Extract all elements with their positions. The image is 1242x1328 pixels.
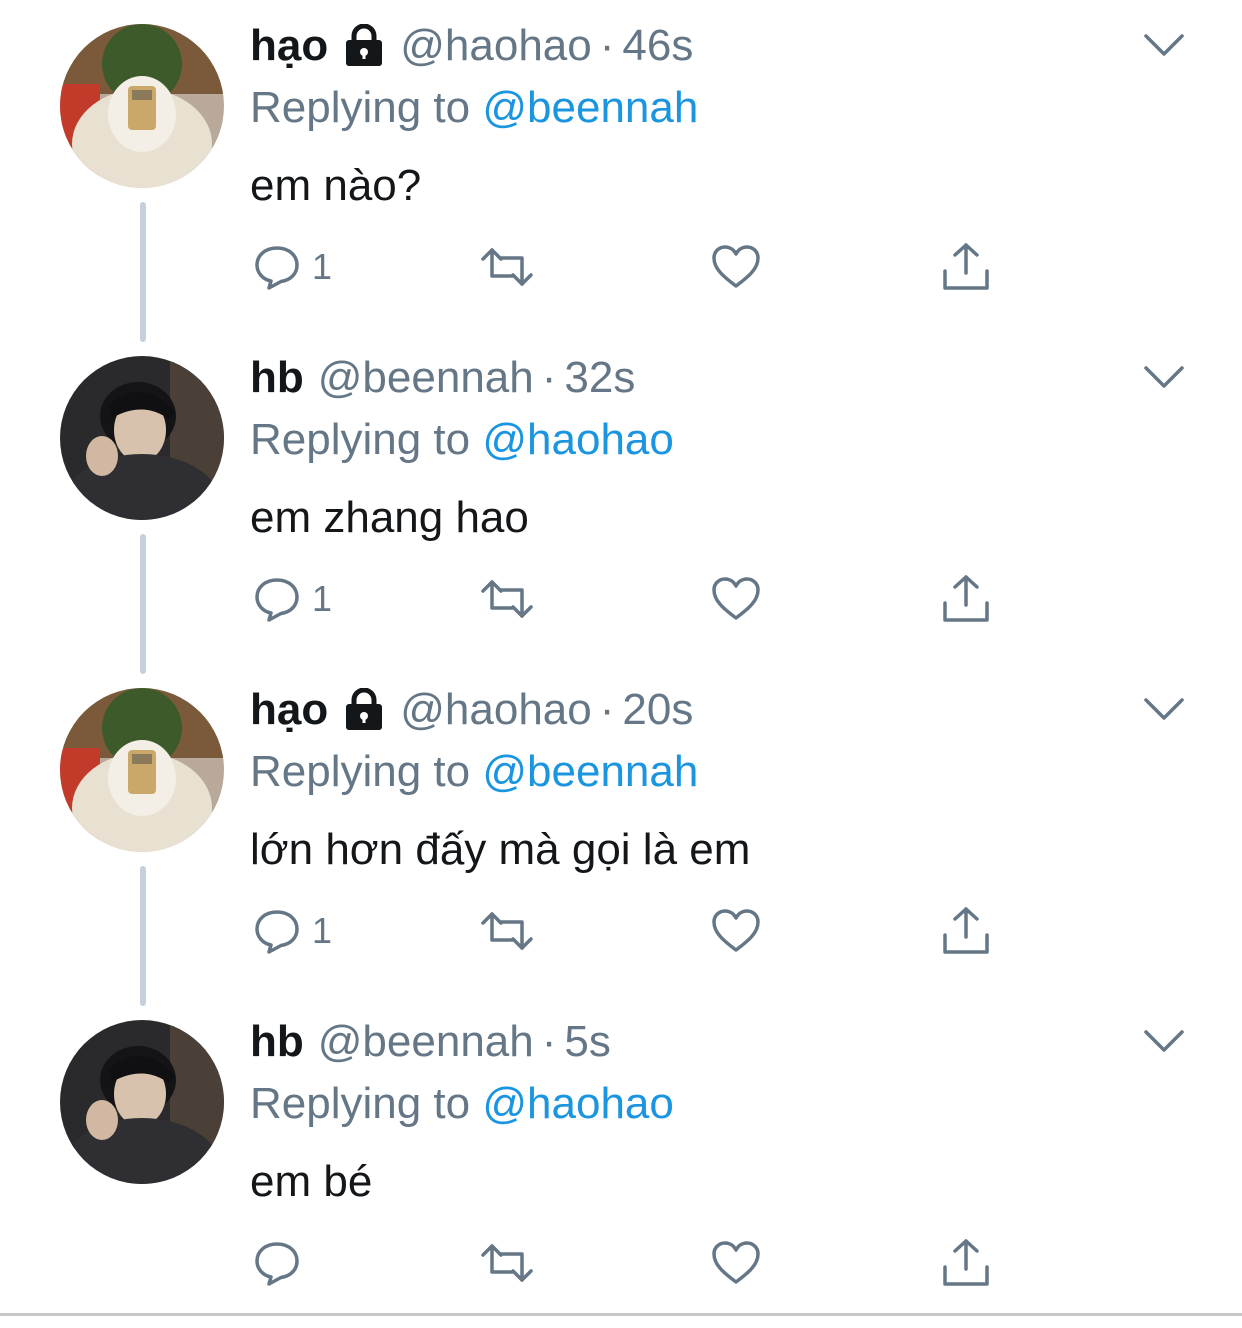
- reply-count: 1: [312, 578, 333, 619]
- separator: ·: [599, 21, 615, 70]
- retweet-button[interactable]: [478, 554, 536, 644]
- tweet-header: hạo @haohao · 46s: [250, 18, 693, 74]
- user-handle[interactable]: @beennah: [318, 1014, 534, 1070]
- retweet-button[interactable]: [478, 886, 536, 976]
- retweet-icon: [481, 248, 533, 286]
- mention-link[interactable]: @beennah: [482, 747, 698, 796]
- chevron-down-icon[interactable]: [1142, 30, 1186, 60]
- share-icon: [943, 575, 989, 622]
- reply-button[interactable]: 1: [252, 222, 332, 312]
- replying-to: Replying to @beennah: [250, 80, 698, 136]
- separator: ·: [541, 353, 557, 402]
- thread-connector: [140, 202, 146, 342]
- retweet-button[interactable]: [478, 1218, 536, 1308]
- retweet-button[interactable]: [478, 222, 536, 312]
- heart-icon: [712, 245, 760, 288]
- tweet-text: em zhang hao: [250, 493, 529, 542]
- reply-icon: [255, 910, 299, 954]
- replying-label: Replying to: [250, 415, 471, 464]
- share-icon: [943, 1239, 989, 1286]
- reply-button[interactable]: 1: [252, 554, 332, 644]
- replying-to: Replying to @beennah: [250, 744, 698, 800]
- heart-icon: [712, 1241, 760, 1284]
- chevron-down-icon[interactable]: [1142, 1026, 1186, 1056]
- tweet-actions: 1: [250, 554, 1050, 644]
- like-button[interactable]: [710, 554, 762, 644]
- share-icon: [943, 907, 989, 954]
- avatar-hb[interactable]: [60, 1020, 224, 1184]
- tweet-4[interactable]: hb @beennah · 5s Replying to @haohao em …: [0, 996, 1242, 1328]
- tweet-text: em nào?: [250, 161, 422, 210]
- timestamp[interactable]: 20s: [622, 682, 693, 738]
- reply-button[interactable]: 1: [252, 886, 332, 976]
- share-button[interactable]: [940, 554, 992, 644]
- replying-label: Replying to: [250, 83, 471, 132]
- replying-to: Replying to @haohao: [250, 412, 674, 468]
- user-handle[interactable]: @haohao: [400, 18, 592, 74]
- tweet-header: hb @beennah · 32s: [250, 350, 635, 406]
- avatar-hao[interactable]: [60, 24, 224, 188]
- retweet-icon: [481, 580, 533, 618]
- user-handle[interactable]: @beennah: [318, 350, 534, 406]
- heart-icon: [712, 909, 760, 952]
- mention-link[interactable]: @haohao: [482, 1079, 674, 1128]
- share-button[interactable]: [940, 1218, 992, 1308]
- reply-thread: hạo @haohao · 46s Replying to @beennah e…: [0, 0, 1242, 1316]
- tweet-3[interactable]: hạo @haohao · 20s Replying to @beennah l…: [0, 664, 1242, 1006]
- retweet-icon: [481, 1244, 533, 1282]
- thread-connector: [140, 534, 146, 674]
- retweet-icon: [481, 912, 533, 950]
- avatar-hao[interactable]: [60, 688, 224, 852]
- lock-icon: [342, 688, 386, 732]
- thread-connector: [140, 866, 146, 1006]
- like-button[interactable]: [710, 886, 762, 976]
- timestamp[interactable]: 32s: [564, 350, 635, 406]
- replying-label: Replying to: [250, 1079, 471, 1128]
- tweet-header: hb @beennah · 5s: [250, 1014, 611, 1070]
- tweet-2[interactable]: hb @beennah · 32s Replying to @haohao em…: [0, 332, 1242, 674]
- user-handle[interactable]: @haohao: [400, 682, 592, 738]
- timestamp[interactable]: 5s: [564, 1014, 610, 1070]
- timestamp[interactable]: 46s: [622, 18, 693, 74]
- avatar-hb[interactable]: [60, 356, 224, 520]
- reply-count: 1: [312, 246, 333, 287]
- tweet-header: hạo @haohao · 20s: [250, 682, 693, 738]
- share-icon: [943, 243, 989, 290]
- share-button[interactable]: [940, 222, 992, 312]
- display-name[interactable]: hạo: [250, 18, 328, 74]
- reply-icon: [255, 1242, 299, 1286]
- like-button[interactable]: [710, 222, 762, 312]
- tweet-actions: 1: [250, 886, 1050, 976]
- replying-label: Replying to: [250, 747, 471, 796]
- chevron-down-icon[interactable]: [1142, 362, 1186, 392]
- display-name[interactable]: hạo: [250, 682, 328, 738]
- mention-link[interactable]: @haohao: [482, 415, 674, 464]
- display-name[interactable]: hb: [250, 1014, 304, 1070]
- display-name[interactable]: hb: [250, 350, 304, 406]
- tweet-text: lớn hơn đấy mà gọi là em: [250, 825, 751, 874]
- replying-to: Replying to @haohao: [250, 1076, 674, 1132]
- reply-button[interactable]: [252, 1218, 312, 1308]
- mention-link[interactable]: @beennah: [482, 83, 698, 132]
- heart-icon: [712, 577, 760, 620]
- separator: ·: [541, 1017, 557, 1066]
- reply-count: 1: [312, 910, 333, 951]
- like-button[interactable]: [710, 1218, 762, 1308]
- reply-icon: [255, 578, 299, 622]
- chevron-down-icon[interactable]: [1142, 694, 1186, 724]
- tweet-1[interactable]: hạo @haohao · 46s Replying to @beennah e…: [0, 0, 1242, 342]
- lock-icon: [342, 24, 386, 68]
- share-button[interactable]: [940, 886, 992, 976]
- tweet-actions: [250, 1218, 1050, 1308]
- separator: ·: [599, 685, 615, 734]
- reply-icon: [255, 246, 299, 290]
- tweet-actions: 1: [250, 222, 1050, 312]
- tweet-text: em bé: [250, 1157, 373, 1206]
